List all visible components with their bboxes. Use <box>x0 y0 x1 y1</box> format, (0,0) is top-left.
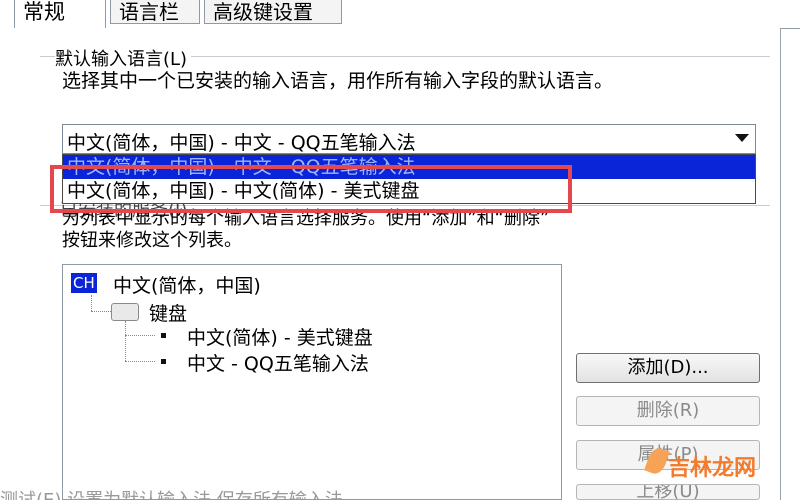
highlight-annotation-box <box>50 165 572 213</box>
bottom-cutoff-text: 测试(E) 设置为默认输入法 保存所有输入法 <box>0 486 780 500</box>
tab-general[interactable]: 常规 <box>14 0 106 30</box>
bullet-icon <box>161 359 166 364</box>
remove-button[interactable]: 删除(R) <box>576 396 760 426</box>
add-button[interactable]: 添加(D)... <box>576 353 760 383</box>
tree-connector <box>91 295 92 311</box>
installed-services-description: 为列表中显示的每个输入语言选择服务。使用“添加”和“删除” 按钮来修改这个列表。 <box>62 208 762 252</box>
bullet-icon <box>161 333 166 338</box>
tab-strip: 常规 语言栏 高级键设置 <box>0 0 800 30</box>
description-line: 按钮来修改这个列表。 <box>62 230 242 251</box>
chevron-down-icon[interactable] <box>735 134 749 142</box>
tree-service-item[interactable]: 中文(简体) - 美式键盘 <box>187 323 373 350</box>
tree-connector <box>125 321 126 361</box>
default-input-description: 选择其中一个已安装的输入语言，用作所有输入字段的默认语言。 <box>62 70 614 92</box>
tree-connector <box>125 335 155 336</box>
watermark-text: 吉林龙网 <box>668 456 757 481</box>
tree-connector <box>91 311 111 312</box>
tree-language-node[interactable]: 中文(简体，中国) <box>113 271 261 298</box>
default-input-language-select[interactable]: 中文(简体，中国) - 中文 - QQ五笔输入法 <box>62 124 756 154</box>
default-input-selected-value: 中文(简体，中国) - 中文 - QQ五笔输入法 <box>67 132 416 154</box>
tree-service-item[interactable]: 中文 - QQ五笔输入法 <box>187 349 369 376</box>
installed-services-tree[interactable]: CH 中文(简体，中国) 键盘 中文(简体) - 美式键盘 中文 - QQ五笔输… <box>62 264 562 500</box>
tree-connector <box>125 361 155 362</box>
tab-advanced-key-settings[interactable]: 高级键设置 <box>204 0 342 24</box>
keyboard-icon <box>111 303 139 321</box>
tree-keyboard-node[interactable]: 键盘 <box>149 299 187 326</box>
tab-language-bar[interactable]: 语言栏 <box>110 0 200 24</box>
language-badge: CH <box>71 273 97 293</box>
